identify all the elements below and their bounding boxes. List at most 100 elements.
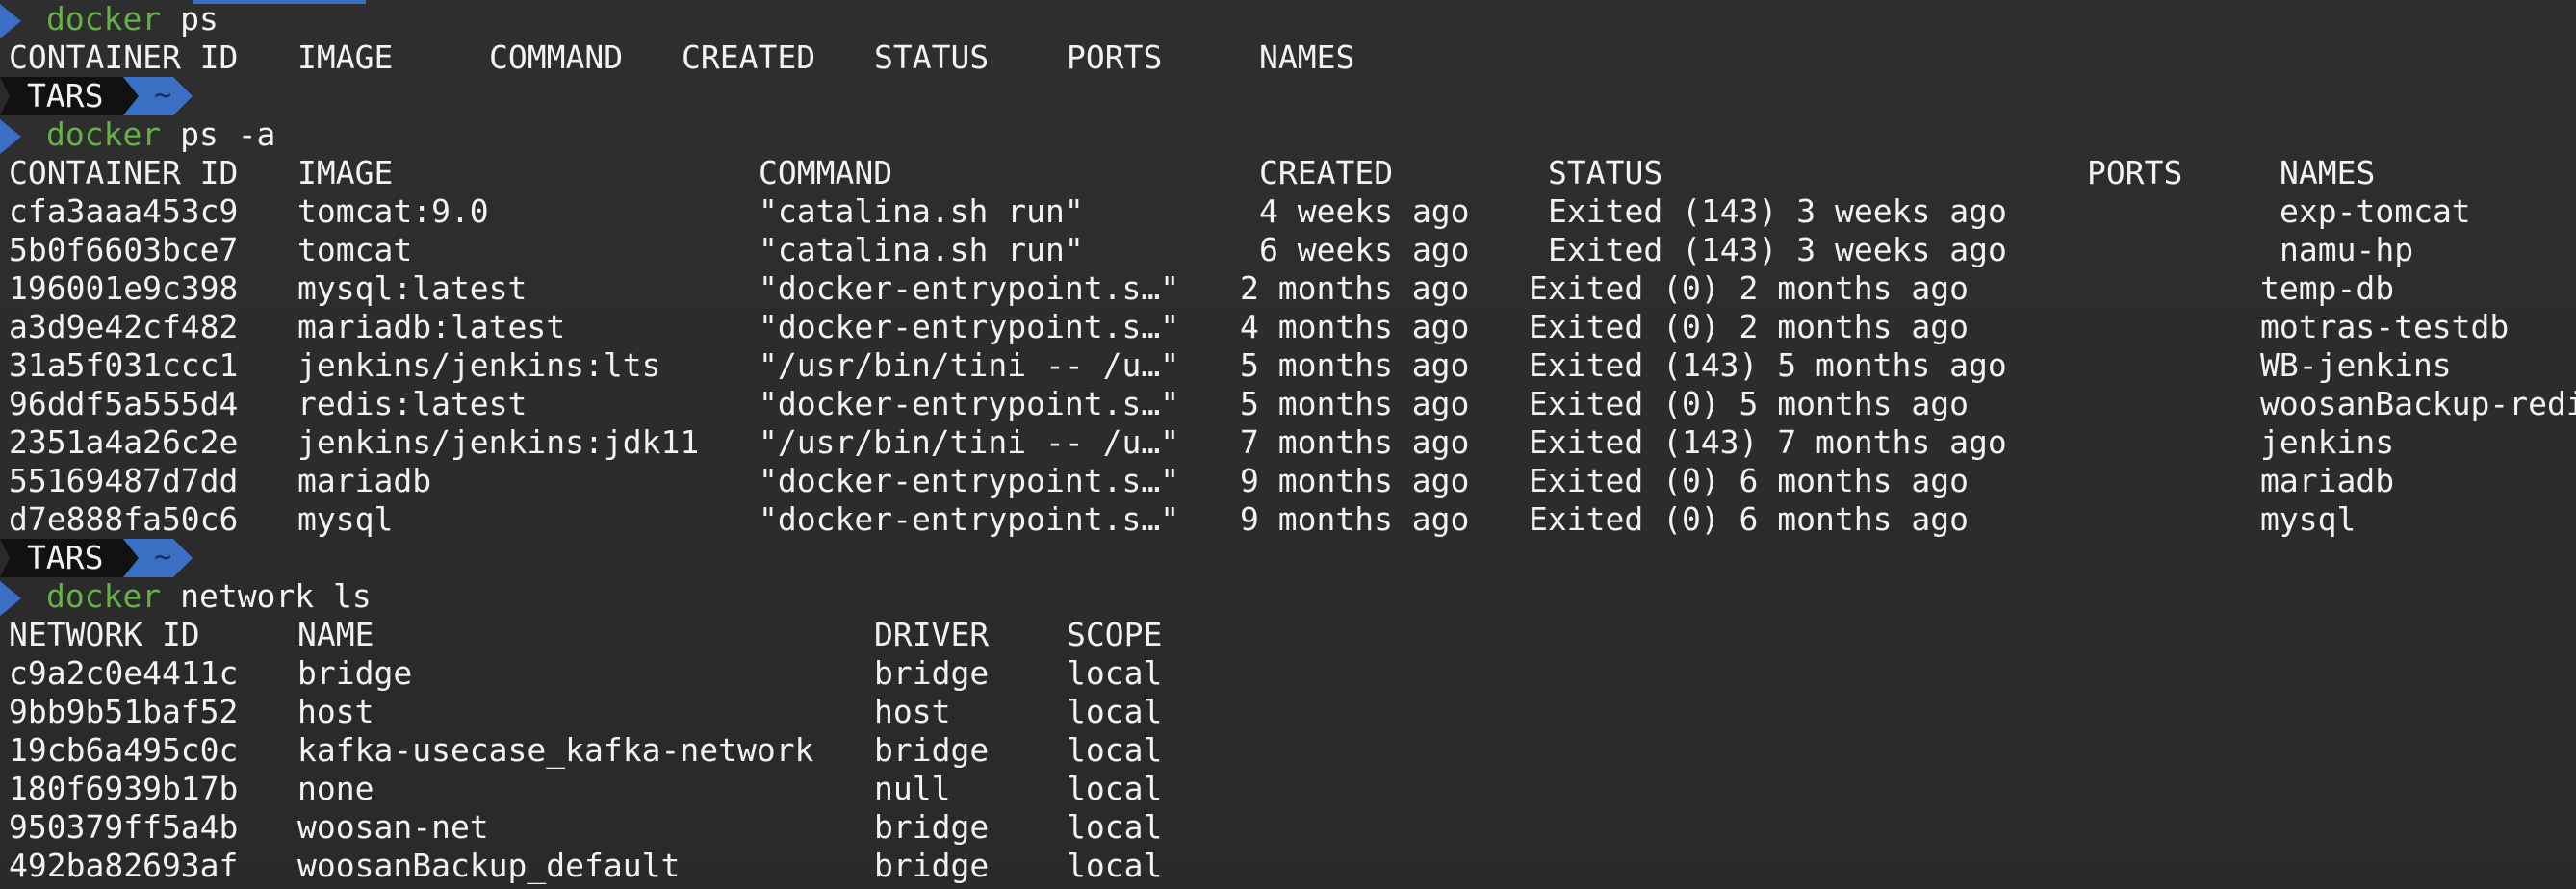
command-line-ps: docker ps [0, 0, 219, 38]
network-row[interactable]: 950379ff5a4b woosan-net bridge local [0, 808, 1162, 847]
header-names: NAMES [2280, 154, 2376, 191]
header-status: STATUS [874, 38, 990, 76]
container-names: namu-hp [2280, 231, 2414, 268]
container-row[interactable]: 31a5f031ccc1 jenkins/jenkins:lts "/usr/b… [0, 346, 2452, 385]
command-args: ps -a [161, 115, 276, 153]
container-status: Exited (143) 3 weeks ago [1548, 231, 2007, 268]
network-id: 19cb6a495c0c [9, 731, 239, 769]
container-row[interactable]: 55169487d7dd mariadb "docker-entrypoint.… [0, 462, 2394, 500]
prompt-chevron-icon [0, 4, 21, 38]
command-args: network ls [161, 577, 372, 615]
container-command: "docker-entrypoint.s…" [759, 385, 1180, 422]
container-names: jenkins [2260, 423, 2395, 461]
network-name: none [297, 770, 374, 807]
container-id: 55169487d7dd [9, 462, 239, 499]
command-line-ps-a: docker ps -a [0, 115, 275, 154]
container-created: 2 months ago [1240, 269, 1470, 307]
network-id: 492ba82693af [9, 847, 239, 884]
container-row[interactable]: 2351a4a26c2e jenkins/jenkins:jdk11 "/usr… [0, 423, 2394, 462]
container-status: Exited (0) 6 months ago [1529, 462, 1969, 499]
network-row[interactable]: 180f6939b17b none null local [0, 770, 1162, 808]
container-command: "docker-entrypoint.s…" [759, 308, 1180, 345]
command-word: docker [46, 115, 162, 153]
header-scope: SCOPE [1067, 616, 1163, 653]
container-created: 6 weeks ago [1259, 231, 1470, 268]
network-name: host [297, 693, 374, 730]
network-header-row: NETWORK ID NAME DRIVER SCOPE [0, 616, 1162, 654]
container-status: Exited (143) 7 months ago [1529, 423, 2007, 461]
container-image: jenkins/jenkins:jdk11 [297, 423, 700, 461]
container-id: 196001e9c398 [9, 269, 239, 307]
container-created: 4 months ago [1240, 308, 1470, 345]
network-name: woosan-net [297, 808, 489, 846]
container-image: mariadb [297, 462, 432, 499]
container-id: a3d9e42cf482 [9, 308, 239, 345]
prompt-chevron-icon [0, 581, 21, 616]
container-created: 9 months ago [1240, 462, 1470, 499]
container-row[interactable]: 96ddf5a555d4 redis:latest "docker-entryp… [0, 385, 2576, 423]
container-status: Exited (0) 2 months ago [1529, 269, 1969, 307]
prompt-chevron-icon [0, 119, 21, 154]
container-created: 7 months ago [1240, 423, 1470, 461]
network-row[interactable]: 19cb6a495c0c kafka-usecase_kafka-network… [0, 731, 1162, 770]
container-names: temp-db [2260, 269, 2395, 307]
network-name: bridge [297, 654, 413, 692]
header-container-id: CONTAINER ID [9, 154, 239, 191]
network-id: 180f6939b17b [9, 770, 239, 807]
container-image: mariadb:latest [297, 308, 566, 345]
container-id: 31a5f031ccc1 [9, 346, 239, 384]
container-names: woosanBackup-redi [2260, 385, 2576, 422]
container-image: mysql [297, 500, 394, 538]
command-word: docker [46, 0, 162, 38]
network-id: c9a2c0e4411c [9, 654, 239, 692]
container-image: redis:latest [297, 385, 528, 422]
container-row[interactable]: 196001e9c398 mysql:latest "docker-entryp… [0, 269, 2394, 308]
prompt-badge: TARS ~ [0, 539, 193, 577]
container-row[interactable]: a3d9e42cf482 mariadb:latest "docker-entr… [0, 308, 2509, 346]
container-status: Exited (0) 2 months ago [1529, 308, 1969, 345]
command-word: docker [46, 577, 162, 615]
network-driver: bridge [874, 847, 990, 884]
network-driver: bridge [874, 654, 990, 692]
network-id: 9bb9b51baf52 [9, 693, 239, 730]
container-command: "docker-entrypoint.s…" [759, 269, 1180, 307]
container-created: 9 months ago [1240, 500, 1470, 538]
network-row[interactable]: 9bb9b51baf52 host host local [0, 693, 1162, 731]
container-status: Exited (143) 5 months ago [1529, 346, 2007, 384]
header-command: COMMAND [489, 38, 624, 76]
header-image: IMAGE [297, 38, 394, 76]
network-row[interactable]: 492ba82693af woosanBackup_default bridge… [0, 847, 1162, 885]
header-ports: PORTS [2087, 154, 2183, 191]
prompt-dir: ~ [154, 79, 172, 113]
header-image: IMAGE [297, 154, 394, 191]
network-scope: local [1067, 770, 1163, 807]
container-row[interactable]: 5b0f6603bce7 tomcat "catalina.sh run" 6 … [0, 231, 2413, 269]
network-scope: local [1067, 693, 1163, 730]
header-created: CREATED [1259, 154, 1394, 191]
command-args: ps [161, 0, 219, 38]
container-image: tomcat:9.0 [297, 192, 489, 230]
container-status: Exited (0) 6 months ago [1529, 500, 1969, 538]
container-command: "catalina.sh run" [759, 192, 1084, 230]
header-names: NAMES [1259, 38, 1355, 76]
container-row[interactable]: cfa3aaa453c9 tomcat:9.0 "catalina.sh run… [0, 192, 2471, 231]
container-created: 4 weeks ago [1259, 192, 1470, 230]
container-id: cfa3aaa453c9 [9, 192, 239, 230]
container-names: motras-testdb [2260, 308, 2510, 345]
previous-prompt-edge [193, 0, 366, 4]
container-image: jenkins/jenkins:lts [297, 346, 661, 384]
prompt-badge: TARS ~ [0, 77, 193, 115]
container-status: Exited (143) 3 weeks ago [1548, 192, 2007, 230]
network-name: kafka-usecase_kafka-network [297, 731, 814, 769]
container-row[interactable]: d7e888fa50c6 mysql "docker-entrypoint.s…… [0, 500, 2356, 539]
network-driver: bridge [874, 808, 990, 846]
header-ports: PORTS [1067, 38, 1163, 76]
prompt-dir: ~ [154, 541, 172, 574]
header-status: STATUS [1548, 154, 1663, 191]
network-driver: bridge [874, 731, 990, 769]
network-driver: null [874, 770, 951, 807]
network-id: 950379ff5a4b [9, 808, 239, 846]
header-created: CREATED [682, 38, 816, 76]
network-row[interactable]: c9a2c0e4411c bridge bridge local [0, 654, 1162, 693]
network-scope: local [1067, 847, 1163, 884]
